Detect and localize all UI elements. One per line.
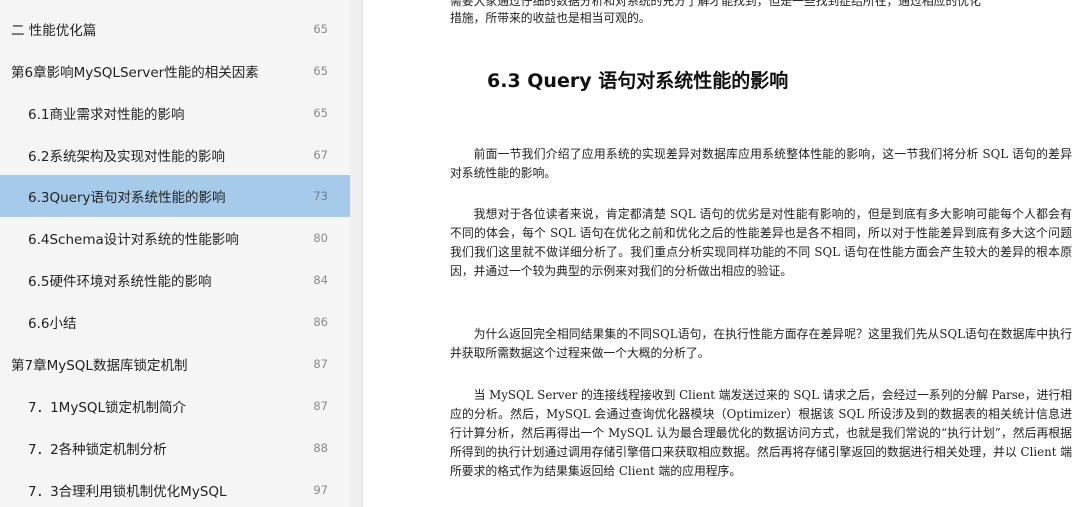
- toc-page-number: 65: [313, 106, 328, 120]
- toc-item-label: 第7章MySQL数据库锁定机制: [11, 358, 188, 374]
- toc-item-label: 6.4Schema设计对系统的性能影响: [28, 232, 239, 248]
- toc-item[interactable]: 第6章影响MySQLServer性能的相关因素 65: [0, 50, 350, 92]
- toc-item-label: 6.3Query语句对系统性能的影响: [28, 190, 226, 206]
- toc-item-label: 二 性能优化篇: [11, 23, 97, 39]
- toc-item[interactable]: 6.4Schema设计对系统的性能影响 80: [0, 217, 350, 259]
- toc-item[interactable]: 6.2系统架构及实现对性能的影响 67: [0, 134, 350, 176]
- paragraph-fragment: 措施，所带来的收益也是相当可观的。: [450, 11, 651, 25]
- toc-item-label: 6.6小结: [28, 316, 77, 332]
- toc-item[interactable]: 7．2各种锁定机制分析 88: [0, 427, 350, 469]
- toc-page-number: 88: [313, 441, 328, 455]
- toc-page-number: 87: [313, 399, 328, 413]
- toc-page-number: 84: [313, 273, 328, 287]
- toc-sidebar: 二 性能优化篇 65 第6章影响MySQLServer性能的相关因素 65 6.…: [0, 0, 350, 507]
- toc-item-label: 7．3合理利用锁机制优化MySQL: [28, 484, 227, 500]
- toc-item-label: 6.5硬件环境对系统性能的影响: [28, 274, 212, 290]
- toc-page-number: 97: [313, 483, 328, 497]
- reader-window: 二 性能优化篇 65 第6章影响MySQLServer性能的相关因素 65 6.…: [0, 0, 1080, 507]
- toc-item[interactable]: 7．1MySQL锁定机制简介 87: [0, 385, 350, 427]
- toc-item-label: 7．2各种锁定机制分析: [28, 442, 167, 458]
- toc-page-number: 87: [313, 357, 328, 371]
- paragraph: 当 MySQL Server 的连接线程接收到 Client 端发送过来的 SQ…: [450, 388, 1072, 478]
- toc-page-number: 65: [313, 22, 328, 36]
- toc-item[interactable]: 7．3合理利用锁机制优化MySQL 97: [0, 469, 350, 507]
- toc-item[interactable]: 6.1商业需求对性能的影响 65: [0, 92, 350, 134]
- section-heading: 6.3 Query 语句对系统性能的影响: [487, 70, 789, 92]
- paragraph: 我想对于各位读者来说，肯定都清楚 SQL 语句的优劣是对性能有影响的，但是到底有…: [450, 207, 1072, 278]
- sidebar-scrollbar[interactable]: [350, 0, 363, 507]
- document-page: 需要大家通过仔细的数据分析和对系统的充分了解才能找到，但是一些找到症结所在，通过…: [363, 0, 1080, 507]
- toc-item-label: 6.2系统架构及实现对性能的影响: [28, 149, 225, 165]
- toc-item-label: 第6章影响MySQLServer性能的相关因素: [11, 65, 259, 81]
- toc-item-active[interactable]: 6.3Query语句对系统性能的影响 73: [0, 175, 350, 217]
- toc-item[interactable]: 6.5硬件环境对系统性能的影响 84: [0, 259, 350, 301]
- toc-page-number: 67: [313, 148, 328, 162]
- toc-page-number: 73: [313, 189, 328, 203]
- paragraph: 前面一节我们介绍了应用系统的实现差异对数据库应用系统整体性能的影响，这一节我们将…: [450, 147, 1072, 180]
- toc-page-number: 86: [313, 315, 328, 329]
- toc-item[interactable]: 第7章MySQL数据库锁定机制 87: [0, 343, 350, 385]
- paragraph: 为什么返回完全相同结果集的不同SQL语句，在执行性能方面存在差异呢？这里我们先从…: [450, 327, 1072, 360]
- toc-page-number: 80: [313, 231, 328, 245]
- toc-page-number: 65: [313, 64, 328, 78]
- toc-item[interactable]: 6.6小结 86: [0, 301, 350, 343]
- toc-item-label: 7．1MySQL锁定机制简介: [28, 400, 187, 416]
- toc-item-label: 6.1商业需求对性能的影响: [28, 107, 185, 123]
- toc-item[interactable]: 二 性能优化篇 65: [0, 8, 350, 50]
